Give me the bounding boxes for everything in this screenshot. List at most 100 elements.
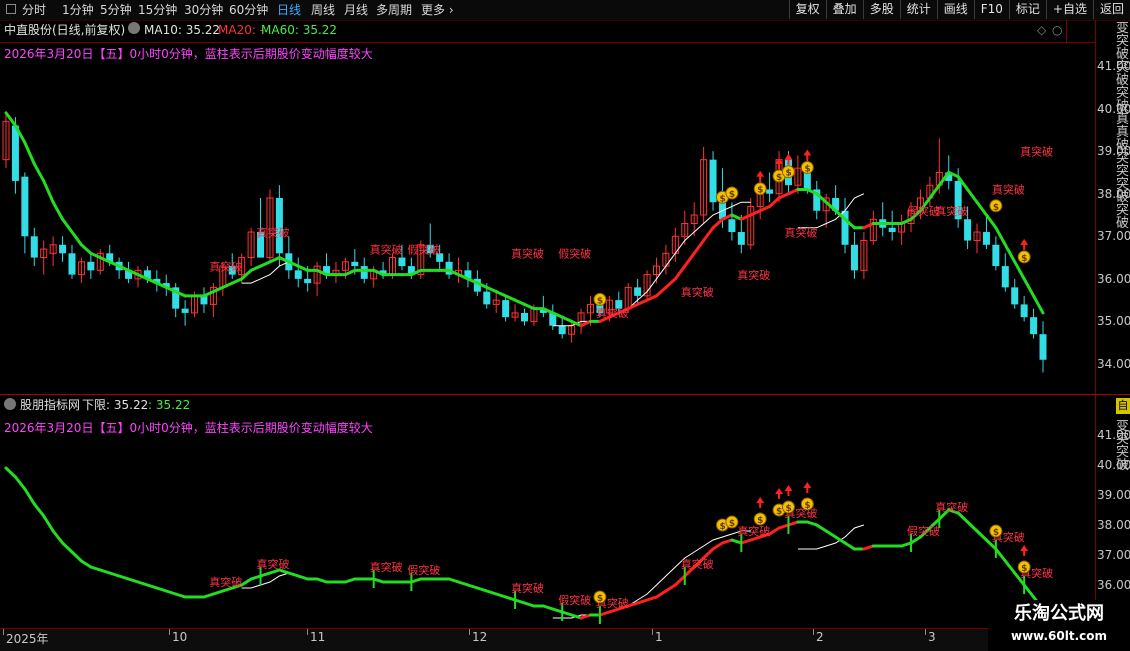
money-bag-symbol: $ <box>757 186 763 196</box>
sub-ma-segment <box>42 514 55 533</box>
tab-5[interactable]: 60分钟 <box>229 2 268 18</box>
tab-6[interactable]: 日线 <box>277 2 301 18</box>
signal-label: 真突破 <box>596 306 629 320</box>
candle-body-down <box>964 219 972 241</box>
tab-8[interactable]: 月线 <box>344 2 368 18</box>
candle-body-down <box>181 308 189 313</box>
circle-icon[interactable]: ○ <box>1052 23 1062 38</box>
sub-signal-label: 真突破 <box>370 560 403 574</box>
candle-body-down <box>294 270 302 279</box>
ma-line-segment <box>739 213 753 221</box>
tab-7[interactable]: 周线 <box>311 2 335 18</box>
toolbar-button-3[interactable]: 统计 <box>899 0 937 19</box>
sub-ma-segment <box>768 526 781 536</box>
month-label: 12 <box>472 630 488 644</box>
ma-line-segment <box>1013 260 1026 281</box>
money-bag-symbol: $ <box>1021 254 1027 264</box>
ma-line-segment <box>32 162 46 183</box>
month-tick <box>469 629 470 635</box>
ma-line-segment <box>654 285 668 298</box>
money-bag-symbol: $ <box>776 173 782 183</box>
candle-body-down <box>992 244 1000 267</box>
sub-signal-label: 真突破 <box>209 575 242 589</box>
tab-10[interactable]: 更多 › <box>421 2 454 18</box>
ma-line-segment <box>730 213 743 221</box>
month-label: 1 <box>655 630 663 644</box>
money-bag-symbol: $ <box>804 164 810 174</box>
ma60-label: MA60: 35.22 <box>261 23 338 37</box>
up-arrow-icon <box>756 497 765 508</box>
ma-line-segment <box>70 230 83 247</box>
ma10-label: MA10: 35.22 <box>144 23 221 37</box>
chevron-down-icon[interactable] <box>128 22 140 34</box>
header-divider <box>1066 20 1067 42</box>
tab-1[interactable]: 1分钟 <box>62 2 94 18</box>
ma-line-segment <box>268 256 281 264</box>
ma-line-segment <box>211 285 225 294</box>
chevron-down-icon[interactable] <box>4 398 16 410</box>
tab-3[interactable]: 15分钟 <box>138 2 177 18</box>
candle-body-down <box>502 300 510 318</box>
toolbar-button-1[interactable]: 叠加 <box>825 0 863 19</box>
ma-line-segment <box>900 217 913 226</box>
sub-info-line: 2026年3月20日【五】0小时0分钟，蓝柱表示后期股价变动幅度较大 <box>4 421 373 435</box>
toolbar-button-0[interactable]: 复权 <box>788 0 826 19</box>
up-arrow-icon <box>784 485 793 496</box>
date-axis <box>0 628 988 651</box>
month-label: 11 <box>310 630 326 644</box>
toolbar-button-4[interactable]: 画线 <box>936 0 974 19</box>
toolbar-button-5[interactable]: F10 <box>973 0 1009 19</box>
sub-ma-segment <box>61 541 74 554</box>
money-bag-symbol: $ <box>1021 564 1027 574</box>
tab-0[interactable]: 分时 <box>22 2 46 18</box>
money-bag-symbol: $ <box>993 528 999 538</box>
candle-body-down <box>483 291 491 305</box>
money-bag-symbol: $ <box>776 507 782 517</box>
candlestick-chart[interactable]: 真突破真突破真突破 假突破 真突破 假突破真突破真突破真突破真突破假突破真突破真突破真… <box>0 60 1095 390</box>
sub-ma-segment <box>966 520 979 533</box>
menu-square-icon[interactable] <box>6 4 16 14</box>
signal-label: 假突破 <box>407 242 440 256</box>
signal-label: 真突破 <box>511 247 544 261</box>
ma-line-segment <box>683 251 696 268</box>
ma-line-segment <box>673 264 687 281</box>
sub-ma-segment <box>843 541 856 551</box>
signal-label: 真突破 <box>737 268 770 282</box>
toolbar-button-7[interactable]: +自选 <box>1045 0 1093 19</box>
sub-ma-segment <box>23 487 36 506</box>
tab-4[interactable]: 30分钟 <box>184 2 223 18</box>
ma-line-segment <box>749 209 762 217</box>
tab-9[interactable]: 多周期 <box>376 2 412 18</box>
diamond-icon[interactable]: ◇ <box>1037 23 1046 38</box>
ma-line-segment <box>249 264 263 272</box>
sub-ma-segment <box>711 541 724 551</box>
sub-signal-label: 假突破 <box>907 524 940 538</box>
money-bag-symbol: $ <box>719 194 725 204</box>
watermark-url: www.60lt.com <box>1010 629 1108 643</box>
signal-label: 真突破 <box>257 225 290 239</box>
toolbar-button-8[interactable]: 返回 <box>1092 0 1130 19</box>
tab-2[interactable]: 5分钟 <box>100 2 132 18</box>
sub-signal-label: 真突破 <box>511 581 544 595</box>
up-arrow-icon <box>756 170 765 182</box>
ma-line-segment <box>758 204 772 213</box>
signal-label: 真突破 <box>209 259 242 273</box>
candle-body-down <box>68 253 76 275</box>
ma-line-segment <box>862 222 875 230</box>
right-badge[interactable]: 自 <box>1116 398 1130 414</box>
ma-line-segment <box>626 302 640 311</box>
ma-line-segment <box>343 268 357 277</box>
sub-ma-segment <box>994 547 1007 563</box>
up-arrow-icon <box>1020 238 1029 250</box>
indicator-chart[interactable]: 真突破真突破真突破 假突破真突破假突破 真突破真突破真突破真突破假突破真突破真突破真… <box>0 440 1095 626</box>
ma-line-segment <box>975 200 988 217</box>
sub-ma-segment <box>1022 583 1036 599</box>
month-tick <box>3 629 4 635</box>
toolbar-button-6[interactable]: 标记 <box>1008 0 1046 19</box>
toolbar-button-2[interactable]: 多股 <box>862 0 900 19</box>
ma-line-segment <box>1022 277 1036 298</box>
right-panel-text: 变突破突破突破真真破突突突破突破 <box>1116 22 1130 231</box>
lower-label: 下限: 35.22 <box>82 398 149 412</box>
sub-signal-label: 真突破 <box>681 557 714 571</box>
money-bag-symbol: $ <box>785 504 791 514</box>
